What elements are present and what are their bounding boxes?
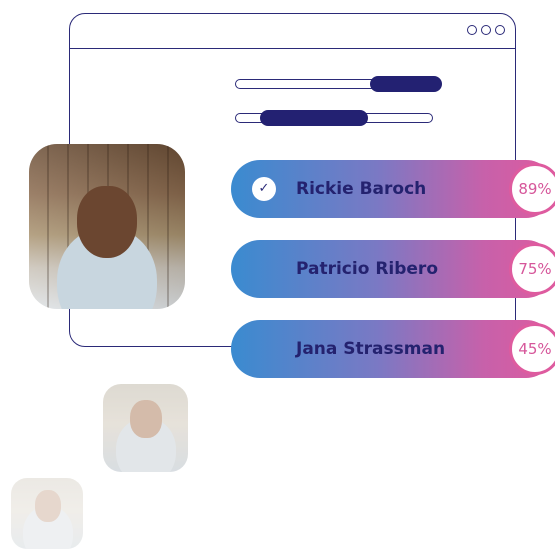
check-icon[interactable]: ✓ [252, 177, 276, 201]
result-name: Rickie Baroch [296, 179, 427, 199]
result-row[interactable]: Patricio Ribero 75% [231, 240, 555, 298]
avatar-secondary [103, 384, 188, 472]
avatar-main [29, 144, 185, 309]
circle-icon[interactable] [481, 25, 491, 35]
result-percent: 75% [509, 243, 555, 295]
window-controls [467, 25, 505, 35]
result-row[interactable]: ✓ Rickie Baroch 89% [231, 160, 555, 218]
circle-icon[interactable] [467, 25, 477, 35]
slider-1[interactable] [235, 76, 442, 92]
result-row[interactable]: Jana Strassman 45% [231, 320, 555, 378]
slider-2[interactable] [235, 110, 433, 126]
result-name: Patricio Ribero [296, 259, 438, 279]
slider-2-fill[interactable] [260, 110, 368, 126]
circle-icon[interactable] [495, 25, 505, 35]
result-percent: 89% [509, 163, 555, 215]
slider-1-fill[interactable] [370, 76, 442, 92]
result-percent: 45% [509, 323, 555, 375]
window-title-bar [70, 48, 515, 49]
result-name: Jana Strassman [296, 339, 446, 359]
avatar-tertiary [11, 478, 83, 549]
